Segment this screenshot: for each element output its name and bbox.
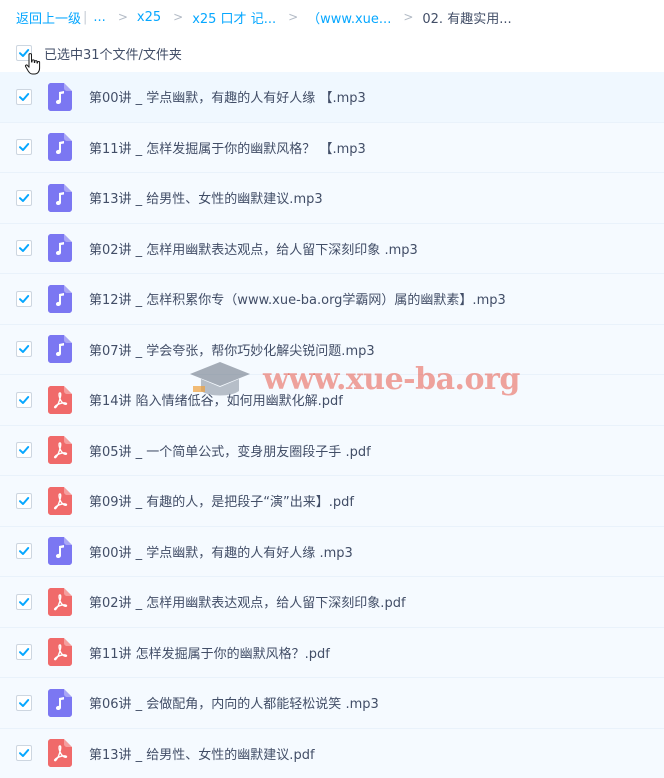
chevron-right-icon: > (173, 10, 184, 24)
audio-file-icon (48, 234, 72, 263)
breadcrumb-divider: | (83, 9, 88, 25)
file-name[interactable]: 第14讲 陷入情绪低谷，如何用幽默化解.pdf (89, 390, 343, 409)
pdf-file-icon (48, 486, 72, 515)
file-name[interactable]: 第06讲 _ 会做配角，内向的人都能轻松说笑 .mp3 (89, 693, 379, 712)
file-name[interactable]: 第07讲 _ 学会夸张，帮你巧妙化解尖锐问题.mp3 (89, 340, 375, 359)
file-row[interactable]: 第09讲 _ 有趣的人，是把段子“演”出来】.pdf (0, 476, 664, 527)
row-checkbox[interactable] (16, 290, 32, 307)
audio-file-icon (48, 335, 72, 364)
file-row[interactable]: 第14讲 陷入情绪低谷，如何用幽默化解.pdf (0, 375, 664, 426)
row-checkbox[interactable] (16, 139, 32, 156)
chevron-right-icon: > (403, 10, 414, 24)
pdf-file-icon (48, 739, 72, 768)
audio-file-icon (48, 537, 72, 566)
file-name[interactable]: 第09讲 _ 有趣的人，是把段子“演”出来】.pdf (89, 491, 354, 510)
row-checkbox[interactable] (16, 492, 32, 509)
file-row[interactable]: 第02讲 _ 怎样用幽默表达观点，给人留下深刻印象.pdf (0, 577, 664, 628)
row-checkbox[interactable] (16, 442, 32, 459)
check-icon (19, 244, 30, 253)
file-name[interactable]: 第00讲 _ 学点幽默，有趣的人有好人缘 【.mp3 (89, 87, 366, 106)
row-checkbox[interactable] (16, 88, 32, 105)
pdf-file-icon (48, 436, 72, 465)
file-row[interactable]: 第13讲 _ 给男性、女性的幽默建议.pdf (0, 728, 664, 778)
pdf-file-icon (48, 587, 72, 616)
file-name[interactable]: 第02讲 _ 怎样用幽默表达观点，给人留下深刻印象 .mp3 (89, 239, 418, 258)
check-icon (19, 597, 30, 606)
back-link[interactable]: 返回上一级 (16, 8, 81, 27)
breadcrumb-item[interactable]: x25 (137, 10, 161, 25)
file-name[interactable]: 第00讲 _ 学点幽默，有趣的人有好人缘 .mp3 (89, 542, 353, 561)
audio-file-icon (48, 183, 72, 212)
breadcrumb-current: 02. 有趣实用... (422, 11, 512, 27)
chevron-right-icon: > (117, 10, 128, 24)
check-icon (19, 395, 30, 404)
file-row[interactable]: 第07讲 _ 学会夸张，帮你巧妙化解尖锐问题.mp3 (0, 324, 664, 375)
select-all-row: 已选中31个文件/文件夹 (0, 34, 664, 75)
audio-file-icon (48, 82, 72, 111)
check-icon (19, 749, 30, 758)
file-name[interactable]: 第12讲 _ 怎样积累你专（www.xue-ba.org学霸网）属的幽默素】.m… (89, 289, 506, 308)
row-checkbox[interactable] (16, 341, 32, 358)
hand-cursor-icon (24, 53, 41, 75)
file-name[interactable]: 第13讲 _ 给男性、女性的幽默建议.pdf (89, 744, 315, 763)
audio-file-icon (48, 284, 72, 313)
check-icon (19, 496, 30, 505)
file-name[interactable]: 第11讲 _ 怎样发掘属于你的幽默风格？ 【.mp3 (89, 138, 366, 157)
breadcrumb-item[interactable]: （www.xue... (307, 8, 391, 27)
file-row[interactable]: 第02讲 _ 怎样用幽默表达观点，给人留下深刻印象 .mp3 (0, 223, 664, 274)
row-checkbox[interactable] (16, 240, 32, 257)
file-name[interactable]: 第11讲 怎样发掘属于你的幽默风格？.pdf (89, 643, 330, 662)
row-checkbox[interactable] (16, 745, 32, 762)
selection-count-label: 已选中31个文件/文件夹 (44, 47, 182, 63)
file-name[interactable]: 第02讲 _ 怎样用幽默表达观点，给人留下深刻印象.pdf (89, 592, 406, 611)
check-icon (19, 648, 30, 657)
file-row[interactable]: 第00讲 _ 学点幽默，有趣的人有好人缘 .mp3 (0, 526, 664, 577)
check-icon (19, 92, 30, 101)
audio-file-icon (48, 688, 72, 717)
file-row[interactable]: 第13讲 _ 给男性、女性的幽默建议.mp3 (0, 173, 664, 224)
check-icon (19, 446, 30, 455)
row-checkbox[interactable] (16, 644, 32, 661)
pdf-file-icon (48, 638, 72, 667)
file-row[interactable]: 第06讲 _ 会做配角，内向的人都能轻松说笑 .mp3 (0, 678, 664, 729)
file-name[interactable]: 第13讲 _ 给男性、女性的幽默建议.mp3 (89, 188, 323, 207)
row-checkbox[interactable] (16, 189, 32, 206)
audio-file-icon (48, 133, 72, 162)
breadcrumb: 返回上一级 | ... > x25 > x25 口才 记... > （www.x… (0, 0, 664, 34)
check-icon (19, 698, 30, 707)
breadcrumb-item[interactable]: x25 口才 记... (192, 8, 276, 27)
pdf-file-icon (48, 385, 72, 414)
check-icon (19, 294, 30, 303)
file-list: 第00讲 _ 学点幽默，有趣的人有好人缘 【.mp3 第11讲 _ 怎样发掘属于… (0, 72, 664, 778)
check-icon (19, 345, 30, 354)
file-row[interactable]: 第11讲 _ 怎样发掘属于你的幽默风格？ 【.mp3 (0, 122, 664, 173)
file-row[interactable]: 第11讲 怎样发掘属于你的幽默风格？.pdf (0, 627, 664, 678)
row-checkbox[interactable] (16, 694, 32, 711)
file-row[interactable]: 第05讲 _ 一个简单公式，变身朋友圈段子手 .pdf (0, 425, 664, 476)
file-row[interactable]: 第12讲 _ 怎样积累你专（www.xue-ba.org学霸网）属的幽默素】.m… (0, 274, 664, 325)
file-name[interactable]: 第05讲 _ 一个简单公式，变身朋友圈段子手 .pdf (89, 441, 371, 460)
row-checkbox[interactable] (16, 391, 32, 408)
check-icon (19, 143, 30, 152)
check-icon (19, 547, 30, 556)
file-row[interactable]: 第00讲 _ 学点幽默，有趣的人有好人缘 【.mp3 (0, 72, 664, 123)
breadcrumb-ellipsis[interactable]: ... (93, 10, 105, 25)
row-checkbox[interactable] (16, 543, 32, 560)
row-checkbox[interactable] (16, 593, 32, 610)
check-icon (19, 193, 30, 202)
chevron-right-icon: > (288, 10, 299, 24)
